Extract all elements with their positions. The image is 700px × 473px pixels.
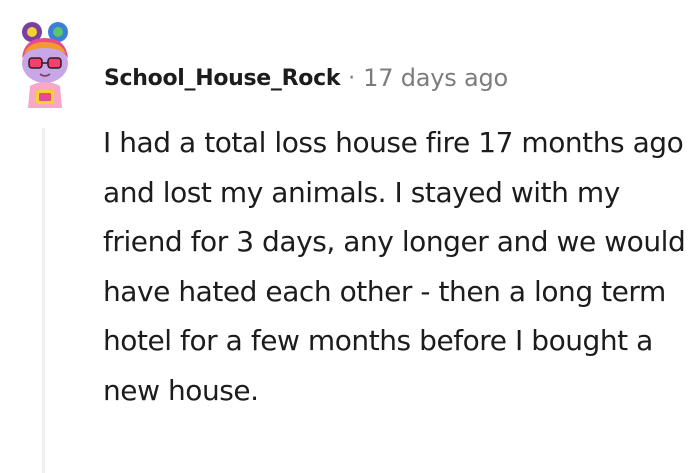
- comment: School_House_Rock · 17 days ago I had a …: [0, 0, 700, 473]
- comment-timestamp[interactable]: 17 days ago: [363, 64, 508, 92]
- author-username[interactable]: School_House_Rock: [104, 66, 340, 91]
- comment-body: I had a total loss house fire 17 months …: [103, 126, 686, 407]
- thread-collapse-line[interactable]: [42, 128, 45, 473]
- meta-separator: ·: [348, 65, 356, 91]
- comment-header: School_House_Rock · 17 days ago: [104, 58, 508, 98]
- user-avatar-icon[interactable]: [12, 18, 78, 108]
